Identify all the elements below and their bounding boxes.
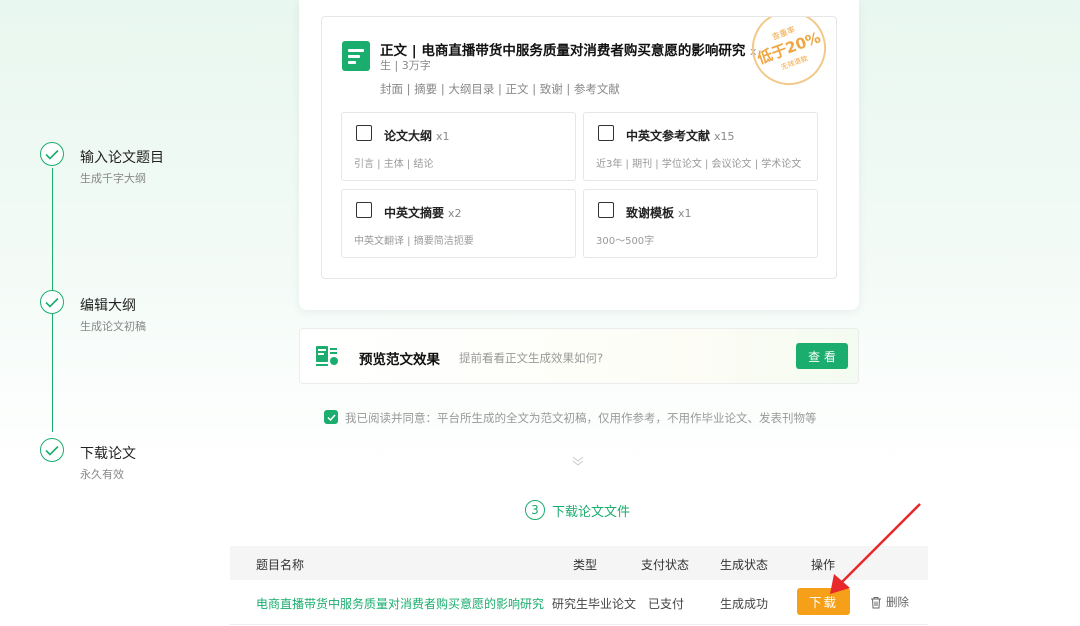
paper-link[interactable]: 电商直播带货中服务质量对消费者购买意愿的影响研究	[256, 595, 544, 612]
annotation-arrow	[830, 503, 921, 594]
step-subtitle: 生成论文初稿	[80, 320, 146, 333]
gen-status: 生成成功	[720, 597, 769, 611]
feature-name: 论文大纲	[384, 129, 433, 143]
abstract-icon	[356, 202, 372, 218]
header-pay: 支付状态	[641, 558, 690, 572]
feature-desc: 中英文翻译 | 摘要简洁扼要	[354, 236, 474, 247]
pay-status: 已支付	[648, 597, 685, 611]
preview-bar: 预览范文效果 提前看看正文生成效果如何? 查 看	[299, 328, 859, 384]
section-label: 下载论文文件	[552, 504, 631, 520]
guarantee-stamp: 查重率 低于20% 无效退款	[741, 17, 836, 96]
feature-thanks: 致谢模板 x1 300～500字	[583, 189, 818, 258]
feature-references: 中英文参考文献 x15 近3年 | 期刊 | 学位论文 | 会议论文 | 学术论文	[583, 112, 818, 181]
feature-abstract: 中英文摘要 x2 中英文翻译 | 摘要简洁扼要	[341, 189, 576, 258]
paper-type: 研究生毕业论文	[552, 597, 637, 611]
feature-name: 中英文摘要	[384, 206, 445, 220]
feature-desc: 近3年 | 期刊 | 学位论文 | 会议论文 | 学术论文	[596, 159, 802, 170]
step-check-icon	[40, 290, 64, 314]
preview-doc-icon	[316, 346, 338, 366]
header-gen: 生成状态	[720, 558, 769, 572]
agree-checkbox[interactable]	[324, 410, 338, 424]
feature-desc: 引言 | 主体 | 结论	[354, 159, 434, 170]
step-title: 输入论文题目	[80, 150, 164, 166]
step-title: 编辑大纲	[80, 298, 136, 314]
trash-icon	[871, 596, 881, 608]
step-subtitle: 生成千字大纲	[80, 172, 146, 185]
preview-hint: 提前看看正文生成效果如何?	[459, 351, 604, 365]
header-type: 类型	[573, 558, 598, 572]
delete-button[interactable]: 删除	[870, 594, 909, 610]
feature-desc: 300～500字	[596, 236, 655, 247]
feature-name: 中英文参考文献	[626, 129, 711, 143]
reference-icon	[598, 125, 614, 141]
step-title: 下载论文	[80, 446, 136, 462]
feature-name: 致谢模板	[626, 206, 675, 220]
step-check-icon	[40, 438, 64, 462]
delete-label: 删除	[886, 595, 909, 609]
product-card: 正文 | 电商直播带货中服务质量对消费者购买意愿的影响研究 x 生 | 3万字 …	[299, 0, 859, 310]
paper-parts: 封面 | 摘要 | 大纲目录 | 正文 | 致谢 | 参考文献	[380, 82, 620, 96]
section-header: 3 下载论文文件	[525, 499, 630, 521]
product-card-inner: 正文 | 电商直播带货中服务质量对消费者购买意愿的影响研究 x 生 | 3万字 …	[321, 16, 837, 279]
header-title: 题目名称	[256, 558, 305, 572]
chevron-down-icon	[572, 456, 584, 466]
section-number: 3	[525, 500, 545, 520]
outline-icon	[356, 125, 372, 141]
paper-title: 正文 | 电商直播带货中服务质量对消费者购买意愿的影响研究 x	[380, 43, 757, 59]
view-button[interactable]: 查 看	[796, 343, 848, 369]
step-check-icon	[40, 142, 64, 166]
feature-outline: 论文大纲 x1 引言 | 主体 | 结论	[341, 112, 576, 181]
paper-meta: 生 | 3万字	[380, 59, 431, 72]
document-icon	[342, 41, 370, 71]
agreement-text: 我已阅读并同意：平台所生成的全文为范文初稿，仅用作参考，不用作毕业论文、发表刊物…	[345, 411, 817, 425]
step-subtitle: 永久有效	[80, 468, 124, 481]
preview-title: 预览范文效果	[359, 352, 440, 368]
thanks-icon	[598, 202, 614, 218]
